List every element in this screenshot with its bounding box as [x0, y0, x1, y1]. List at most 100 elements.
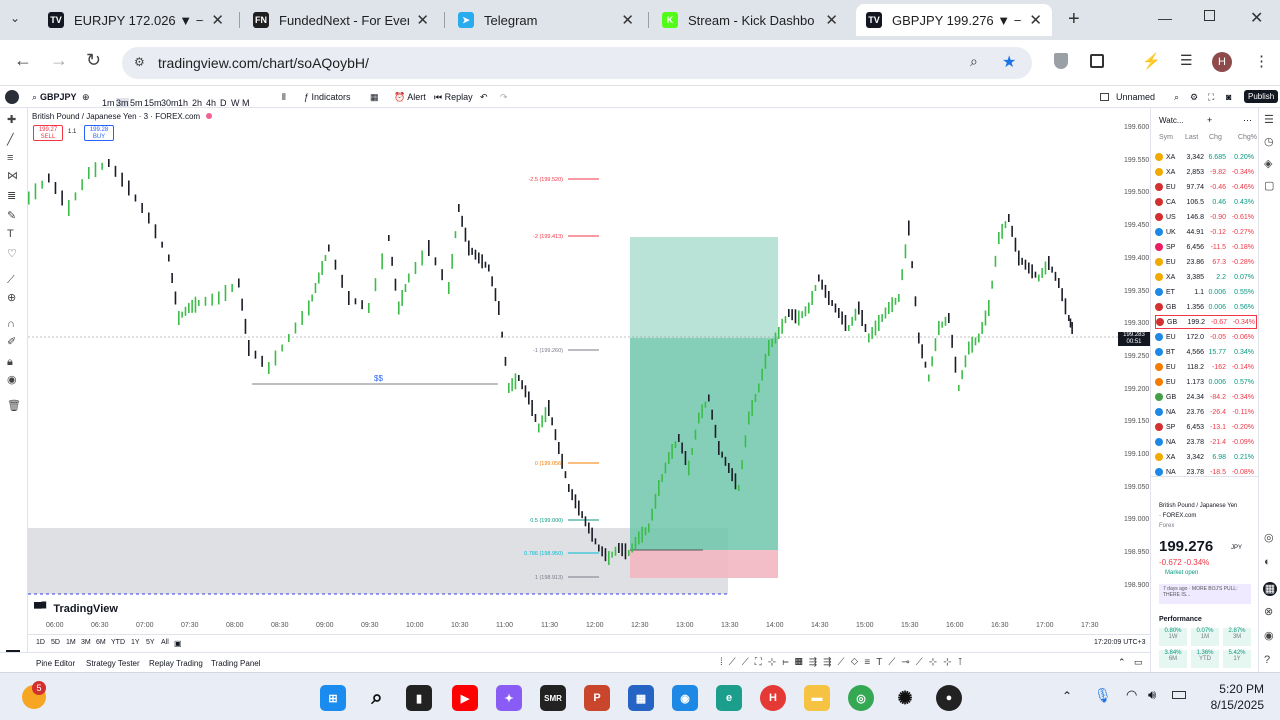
zoom-in-icon[interactable]: ⊕: [7, 293, 20, 304]
browser-menu-icon[interactable]: ⋮: [1254, 52, 1269, 70]
interval-button[interactable]: M: [242, 98, 250, 108]
add-symbol-icon[interactable]: +: [1207, 115, 1212, 125]
collapse-panel-icon[interactable]: ⌃: [1118, 657, 1126, 668]
interval-button[interactable]: 5m: [130, 98, 143, 108]
compare-icon[interactable]: ⊕: [82, 92, 90, 103]
watchlist-row[interactable]: XA 3,342 6.98 0.21%: [1155, 450, 1257, 464]
bar-style-icon[interactable]: ⫴: [282, 92, 286, 103]
price-scale[interactable]: 199.600 199.550 199.500 199.450 199.400 199.3…: [1118, 108, 1150, 634]
templates-icon[interactable]: ▦: [370, 92, 379, 103]
watchlist-row[interactable]: EU 172.0 -0.05 -0.06%: [1155, 330, 1257, 344]
chat-icon[interactable]: ▢: [1264, 181, 1277, 192]
layout-icon[interactable]: [1100, 93, 1109, 101]
profile-avatar[interactable]: H: [1212, 52, 1232, 72]
range-button[interactable]: 1M: [66, 639, 76, 646]
indicators-button[interactable]: ƒ Indicators: [304, 92, 351, 102]
hotlist-icon[interactable]: ⊗: [1264, 607, 1277, 618]
pattern-icon[interactable]: ⋈: [7, 171, 20, 182]
omnibox[interactable]: ⚙ tradingview.com/chart/soAQoybH/ ⌕ ★: [122, 47, 1032, 79]
extension-shield-icon[interactable]: [1054, 53, 1068, 69]
publish-button[interactable]: Publish: [1244, 90, 1279, 103]
symbol-search-icon[interactable]: ⌕: [32, 92, 37, 103]
sell-button[interactable]: 199.27 SELL: [33, 125, 63, 141]
watchlist-row[interactable]: XA 3,385 2.2 0.07%: [1155, 270, 1257, 284]
site-info-icon[interactable]: ⚙: [134, 55, 145, 69]
bottom-panel-tab[interactable]: Pine Editor: [36, 659, 75, 668]
demand-zone[interactable]: [28, 528, 728, 594]
new-tab-button[interactable]: +: [1068, 8, 1080, 31]
forward-icon[interactable]: →: [50, 50, 68, 71]
taskbar-date[interactable]: 8/15/2025: [1202, 698, 1264, 712]
bottom-panel-tab[interactable]: Trading Panel: [211, 659, 261, 668]
ideas-icon[interactable]: ◎: [1264, 533, 1277, 544]
browser-tab[interactable]: K Stream - Kick Dashbo ✕: [652, 4, 848, 36]
watchlist-row[interactable]: US 146.8 -0.90 -0.61%: [1155, 210, 1257, 224]
task-view-icon[interactable]: ▮: [406, 685, 432, 711]
col-chg[interactable]: Chg: [1209, 134, 1231, 141]
watchlist-row[interactable]: EU 1.173 0.006 0.57%: [1155, 375, 1257, 389]
interval-button[interactable]: D: [220, 98, 227, 108]
trash-icon[interactable]: 🗑︎: [7, 401, 21, 412]
data-window-icon[interactable]: ◈: [1264, 159, 1277, 170]
minimize-button[interactable]: —: [1158, 10, 1172, 26]
time-scale[interactable]: 06:00 06:30 07:00 07:30 08:00 08:30 09:00 09:30…: [28, 618, 1118, 634]
interval-button[interactable]: 4h: [206, 98, 216, 108]
watchlist-row[interactable]: CA 106.5 0.46 0.43%: [1155, 195, 1257, 209]
file-explorer-icon[interactable]: ▬: [804, 685, 830, 711]
text-icon[interactable]: T: [7, 229, 20, 240]
range-button[interactable]: 5Y: [146, 639, 155, 646]
watchlist-menu-icon[interactable]: ⋯: [1243, 115, 1252, 126]
watchlist-row[interactable]: NA 23.76 -26.4 -0.11%: [1155, 405, 1257, 419]
chart-pane[interactable]: -2.5 (199.520) -2 (199.413) -1 (199.260) 0 …: [28, 108, 1118, 634]
microphone-icon[interactable]: 🎙︎: [1094, 687, 1112, 704]
interval-button[interactable]: W: [231, 98, 240, 108]
notifications-icon[interactable]: ◉: [1264, 631, 1277, 642]
eye-icon[interactable]: ◉: [7, 375, 20, 386]
chrome-profile-icon[interactable]: H: [760, 685, 786, 711]
snapshot-icon[interactable]: ◙: [1226, 92, 1231, 102]
watchlist-row[interactable]: EU 118.2 -162 -0.14%: [1155, 360, 1257, 374]
lock-icon[interactable]: 🔒︎: [7, 357, 20, 368]
redo-icon[interactable]: ↷: [500, 92, 508, 103]
interval-button[interactable]: 30m: [161, 98, 179, 108]
wifi-icon[interactable]: ◠: [1126, 687, 1137, 703]
undo-icon[interactable]: ↶: [480, 92, 488, 103]
heart-icon[interactable]: ♡: [7, 249, 20, 260]
media-icon[interactable]: ☰: [1180, 52, 1193, 69]
back-icon[interactable]: ←: [14, 50, 32, 71]
help-icon[interactable]: ?: [1264, 655, 1277, 666]
watchlist-row[interactable]: XA 2,853 -9.82 -0.34%: [1155, 165, 1257, 179]
news-card[interactable]: 7 days ago · MORE BOJ'S PULL: THERE IS..…: [1159, 584, 1251, 604]
col-last[interactable]: Last: [1185, 134, 1209, 141]
range-button[interactable]: 5D: [51, 639, 60, 646]
watchlist-row[interactable]: EU 23.86 67.3 -0.28%: [1155, 255, 1257, 269]
extensions-icon[interactable]: [1090, 54, 1104, 68]
zoom-icon[interactable]: ⌕: [970, 53, 978, 70]
range-button[interactable]: 6M: [96, 639, 106, 646]
taskbar-time[interactable]: 5:20 PM: [1218, 682, 1264, 696]
watchlist-row[interactable]: XA 3,342 6.685 0.20%: [1155, 150, 1257, 164]
col-chgp[interactable]: Chg%: [1231, 134, 1257, 141]
tab-search-icon[interactable]: ⌄: [10, 11, 20, 25]
chrome-icon[interactable]: ◎: [848, 685, 874, 711]
utc-clock[interactable]: 17:20:09 UTC+3: [1094, 639, 1146, 646]
browser-tab[interactable]: TV GBPJPY 199.276 ▼ −0.34 ✕: [856, 4, 1052, 36]
range-button[interactable]: 1D: [36, 639, 45, 646]
watchlist-row[interactable]: SP 6,456 -11.5 -0.18%: [1155, 240, 1257, 254]
maximize-panel-icon[interactable]: ▭: [1134, 657, 1143, 668]
interval-button[interactable]: 2h: [192, 98, 202, 108]
watchlist-row[interactable]: BT 4,566 15.77 0.34%: [1155, 345, 1257, 359]
obs-icon[interactable]: ●: [936, 685, 962, 711]
fullscreen-icon[interactable]: ⛶: [1208, 92, 1214, 103]
range-button[interactable]: All: [161, 639, 169, 646]
youtube-icon[interactable]: ▶: [452, 685, 478, 711]
watchlist-row[interactable]: NA 23.78 -21.4 -0.09%: [1155, 435, 1257, 449]
interval-button[interactable]: 1h: [178, 98, 188, 108]
replay-button[interactable]: ⏮ Replay: [434, 92, 473, 103]
grid-icon[interactable]: ▦: [1263, 582, 1277, 596]
calendar-icon[interactable]: ◐: [1264, 557, 1277, 568]
brush-icon[interactable]: ✎: [7, 211, 20, 222]
close-tab-icon[interactable]: ✕: [211, 11, 224, 29]
alerts-icon[interactable]: ◷: [1264, 137, 1277, 148]
date-range-icon[interactable]: ▣: [174, 639, 182, 648]
